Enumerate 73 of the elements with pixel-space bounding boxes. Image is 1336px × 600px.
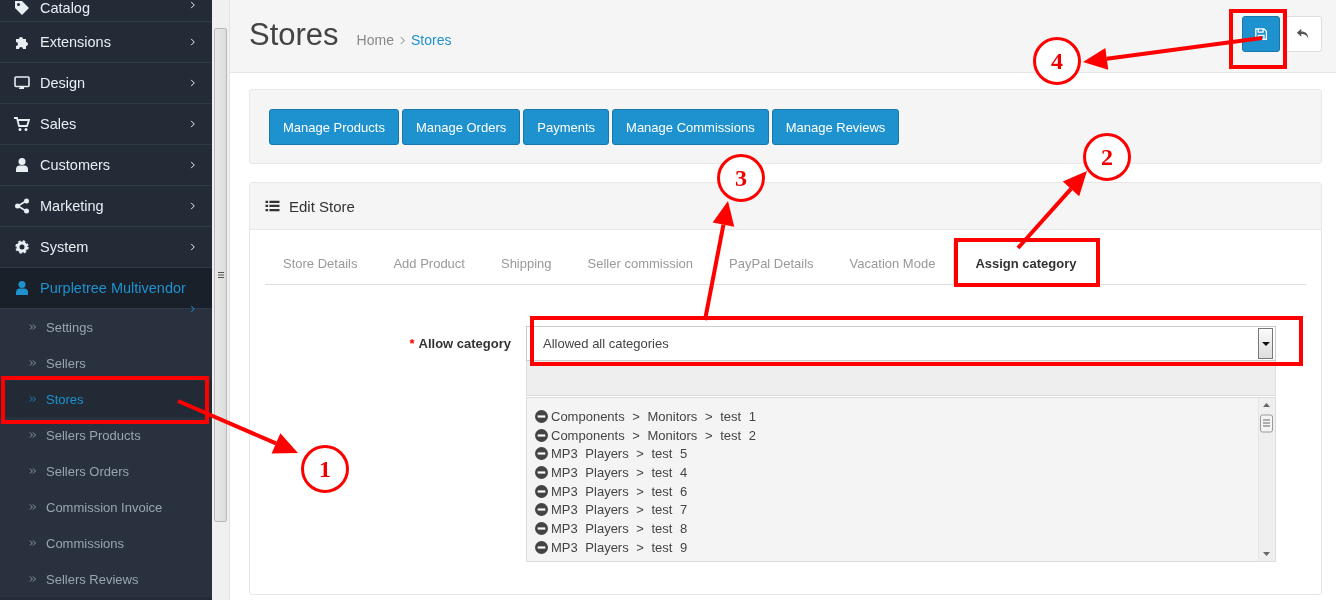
breadcrumb-link[interactable]: Home (356, 32, 394, 48)
category-path: Components > Monitors > test 2 (551, 427, 756, 443)
submenu-item[interactable]: Settings (0, 309, 212, 345)
required-mark: * (409, 336, 415, 351)
submenu-item[interactable]: Sellers (0, 345, 212, 381)
chevron-icon (188, 160, 198, 170)
category-select[interactable]: Allowed all categories (526, 326, 1276, 361)
category-path: MP3 Players > test 9 (551, 539, 688, 555)
remove-icon (535, 428, 548, 442)
tab[interactable]: Store Details (265, 240, 376, 285)
submenu-item[interactable]: Sellers Products (0, 417, 212, 453)
chevron-icon (188, 304, 198, 314)
caret-icon (1261, 341, 1270, 346)
puzzle-icon (14, 34, 30, 50)
remove-icon (535, 465, 548, 479)
category-path: MP3 Players > test 7 (551, 502, 688, 518)
submenu-item[interactable]: Sellers Orders (0, 453, 212, 489)
remove-icon (535, 540, 548, 554)
category-path: MP3 Players > test 8 (551, 520, 688, 536)
save-button[interactable] (1242, 16, 1280, 52)
cart-icon (14, 116, 30, 132)
category-path: Components > Monitors > test 1 (551, 408, 756, 424)
breadcrumb-link[interactable]: Stores (410, 32, 452, 48)
double-chevron-icon (28, 538, 38, 548)
panel-title: Edit Store (289, 197, 355, 215)
chevron-icon (188, 242, 198, 252)
chevron-icon (398, 35, 406, 45)
action-button[interactable]: Manage Orders (401, 109, 521, 145)
chevron-icon (188, 37, 198, 47)
remove-icon (535, 484, 548, 498)
action-button[interactable]: Manage Reviews (771, 109, 900, 145)
submenu-item[interactable]: Commissions (0, 525, 212, 561)
remove-icon (535, 503, 548, 517)
action-button[interactable]: Payments (523, 109, 610, 145)
user-icon (14, 157, 30, 173)
remove-icon (535, 447, 548, 461)
submenu-item[interactable]: Commission Invoice (0, 489, 212, 525)
double-chevron-icon (28, 574, 38, 584)
double-chevron-icon (28, 466, 38, 476)
tab[interactable]: Vacation Mode (831, 240, 954, 285)
chevron-icon (188, 0, 198, 10)
gear-icon (14, 239, 30, 255)
category-path: MP3 Players > test 4 (551, 464, 688, 480)
double-chevron-icon (28, 394, 38, 404)
list-icon (265, 199, 280, 213)
double-chevron-icon (28, 358, 38, 368)
action-button[interactable]: Manage Commissions (612, 109, 769, 145)
field-label: Allow category (418, 336, 511, 351)
page-title: Stores (249, 17, 339, 54)
share-icon (14, 198, 30, 214)
tab[interactable]: PayPal Details (711, 240, 832, 285)
chevron-icon (188, 78, 198, 88)
action-button[interactable]: Manage Products (269, 109, 399, 145)
grip-icon (217, 272, 224, 278)
double-chevron-icon (28, 430, 38, 440)
tab[interactable]: Seller commission (569, 240, 712, 285)
sidebar-item[interactable]: Catalog (0, 0, 212, 22)
chevron-icon (188, 119, 198, 129)
tab[interactable]: Add Product (375, 240, 483, 285)
tab[interactable]: Shipping (482, 240, 570, 285)
user-icon (14, 280, 30, 296)
double-chevron-icon (28, 322, 38, 332)
double-chevron-icon (28, 502, 38, 512)
scrollbar-thumb[interactable] (214, 28, 227, 522)
category-path: MP3 Players > test 6 (551, 483, 688, 499)
submenu-item[interactable]: Sellers Reviews (0, 561, 212, 597)
submenu-item[interactable]: Stores (0, 381, 212, 417)
chevron-icon (188, 201, 198, 211)
monitor-icon (14, 75, 30, 91)
highlight-frame (1229, 9, 1287, 69)
remove-icon (535, 409, 548, 423)
remove-icon (535, 521, 548, 535)
category-path: MP3 Players > test 5 (551, 446, 688, 462)
